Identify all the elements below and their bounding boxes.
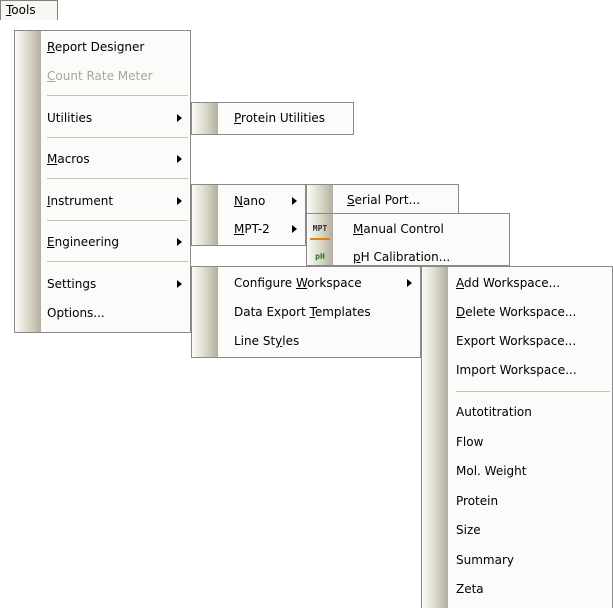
menu-item-workspace[interactable]: Mol. Weight <box>422 457 612 486</box>
menu-separator <box>456 391 610 392</box>
utilities-submenu: Protein Utilities <box>191 102 354 135</box>
menu-item-workspace[interactable]: Flow <box>422 428 612 457</box>
tools-menubar-item[interactable]: Tools <box>0 0 58 20</box>
menu-item-workspace[interactable]: Size <box>422 516 612 545</box>
menu-item-workspace[interactable]: Protein <box>422 487 612 516</box>
menu-separator <box>47 178 188 179</box>
menu-item-options[interactable]: Options... <box>15 299 190 328</box>
mpt2-submenu: MPT Manual Control pH pH Calibration... <box>306 213 510 266</box>
menu-item-manual-control[interactable]: Manual Control <box>307 215 509 244</box>
menu-item-delete-workspace[interactable]: Delete Workspace... <box>422 298 612 327</box>
menu-item-engineering[interactable]: Engineering <box>15 228 190 257</box>
menu-item-instrument[interactable]: Instrument <box>15 187 190 216</box>
submenu-arrow-icon <box>292 197 297 205</box>
menu-item-report-designer[interactable]: Report Designer <box>15 33 190 62</box>
menu-item-count-rate-meter[interactable]: Count Rate Meter <box>15 62 190 91</box>
menu-item-mpt2[interactable]: MPT-2 <box>192 215 305 244</box>
submenu-arrow-icon <box>177 238 182 246</box>
submenu-arrow-icon <box>177 114 182 122</box>
menu-separator <box>47 220 188 221</box>
menu-item-protein-utilities[interactable]: Protein Utilities <box>192 104 353 133</box>
menu-separator <box>47 95 188 96</box>
menu-item-import-workspace[interactable]: Import Workspace... <box>422 356 612 385</box>
menu-item-workspace[interactable]: Zeta <box>422 575 612 604</box>
menu-item-workspace[interactable]: Summary <box>422 546 612 575</box>
configure-workspace-submenu: Add Workspace... Delete Workspace... Exp… <box>421 266 613 608</box>
tools-menu: Report Designer Count Rate Meter Utiliti… <box>14 30 191 333</box>
menu-item-workspace[interactable]: Autotitration <box>422 398 612 427</box>
menu-item-add-workspace[interactable]: Add Workspace... <box>422 269 612 298</box>
submenu-arrow-icon <box>177 155 182 163</box>
menu-item-settings[interactable]: Settings <box>15 270 190 299</box>
submenu-arrow-icon <box>407 279 412 287</box>
menu-item-data-export-templates[interactable]: Data Export Templates <box>192 298 420 327</box>
submenu-arrow-icon <box>177 280 182 288</box>
menu-item-macros[interactable]: Macros <box>15 145 190 174</box>
nano-submenu: Serial Port... <box>306 184 459 216</box>
menu-item-serial-port[interactable]: Serial Port... <box>307 186 458 215</box>
submenu-arrow-icon <box>292 225 297 233</box>
menu-separator <box>47 261 188 262</box>
menu-item-export-workspace[interactable]: Export Workspace... <box>422 327 612 356</box>
menu-item-line-styles[interactable]: Line Styles <box>192 327 420 356</box>
instrument-submenu: Nano MPT-2 <box>191 184 306 246</box>
menu-item-utilities[interactable]: Utilities <box>15 104 190 133</box>
submenu-arrow-icon <box>177 197 182 205</box>
tools-label: Tools <box>6 3 36 17</box>
menu-item-nano[interactable]: Nano <box>192 187 305 216</box>
settings-submenu: Configure Workspace Data Export Template… <box>191 266 421 358</box>
menu-separator <box>47 137 188 138</box>
menu-item-configure-workspace[interactable]: Configure Workspace <box>192 269 420 298</box>
